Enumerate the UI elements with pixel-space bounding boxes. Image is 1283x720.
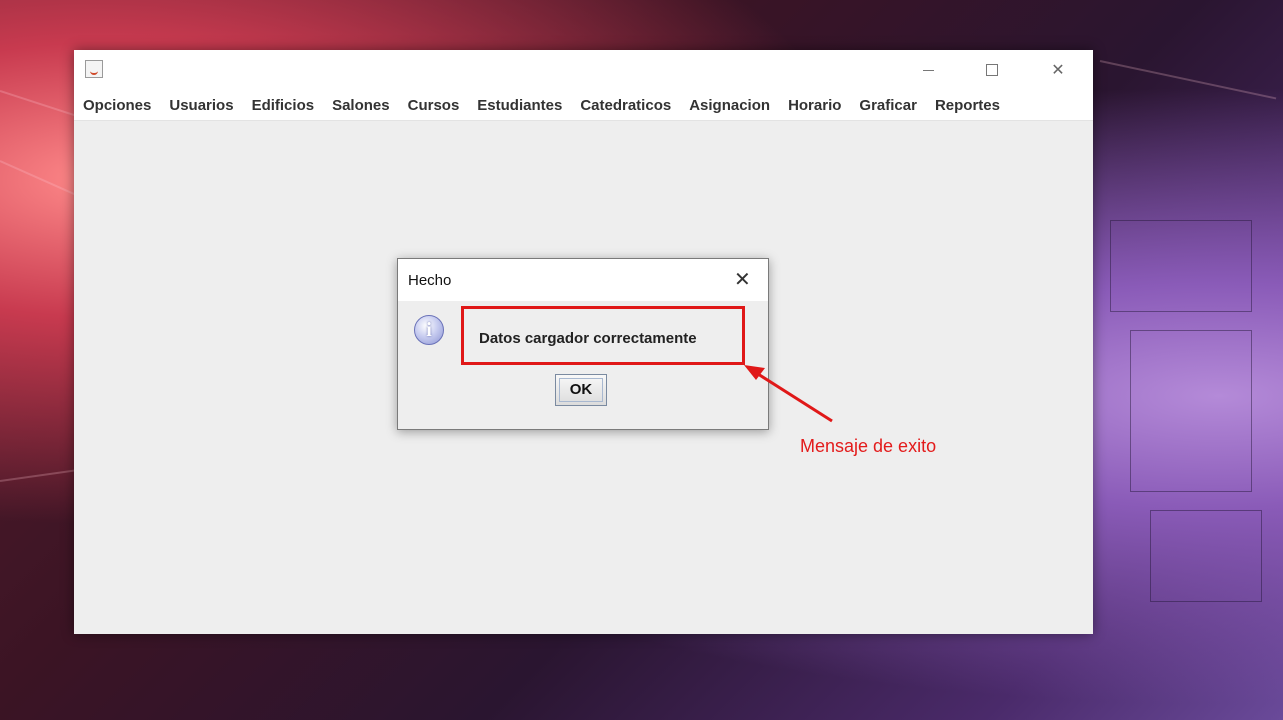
wallpaper-circuit xyxy=(1110,220,1252,312)
close-icon[interactable]: ✕ xyxy=(1035,60,1081,80)
dialog-title: Hecho xyxy=(408,272,452,289)
java-icon xyxy=(85,60,103,78)
wallpaper-circuit xyxy=(1130,330,1252,492)
maximize-icon[interactable] xyxy=(969,60,1015,80)
wallpaper-streak xyxy=(1099,60,1277,100)
menu-usuarios[interactable]: Usuarios xyxy=(169,97,233,114)
dialog-title-bar[interactable]: Hecho ✕ xyxy=(398,259,768,301)
wallpaper-circuit xyxy=(1150,510,1262,602)
menu-estudiantes[interactable]: Estudiantes xyxy=(477,97,562,114)
menu-graficar[interactable]: Graficar xyxy=(859,97,917,114)
menu-asignacion[interactable]: Asignacion xyxy=(689,97,770,114)
menu-opciones[interactable]: Opciones xyxy=(83,97,151,114)
menu-salones[interactable]: Salones xyxy=(332,97,390,114)
dialog-close-icon[interactable]: ✕ xyxy=(734,267,751,291)
info-icon: i xyxy=(414,315,444,345)
menu-cursos[interactable]: Cursos xyxy=(408,97,460,114)
title-bar[interactable]: ✕ xyxy=(74,50,1093,90)
menu-horario[interactable]: Horario xyxy=(788,97,841,114)
minimize-icon[interactable] xyxy=(906,60,952,80)
ok-button[interactable]: OK xyxy=(555,374,607,406)
annotation-highlight-box xyxy=(461,306,745,365)
annotation-label: Mensaje de exito xyxy=(800,436,937,456)
menu-bar: Opciones Usuarios Edificios Salones Curs… xyxy=(74,90,1093,121)
menu-reportes[interactable]: Reportes xyxy=(935,97,1000,114)
menu-edificios[interactable]: Edificios xyxy=(252,97,315,114)
menu-catedraticos[interactable]: Catedraticos xyxy=(580,97,671,114)
